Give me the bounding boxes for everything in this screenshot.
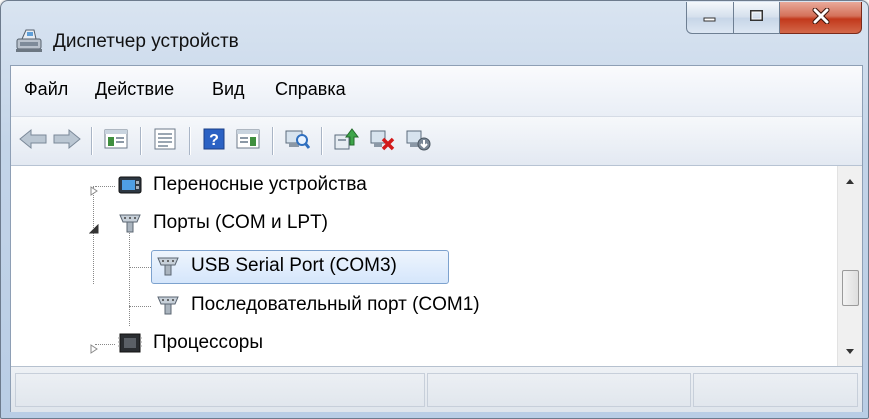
- show-hide-console-tree-icon: [104, 128, 128, 154]
- menu-action[interactable]: Действие: [95, 79, 174, 100]
- status-pane: [427, 373, 691, 407]
- processor-icon: [117, 332, 143, 354]
- maximize-icon: [749, 8, 765, 27]
- tree-node-processors[interactable]: Процессоры: [11, 326, 821, 362]
- svg-text:?: ?: [209, 132, 219, 149]
- toolbar-separator: [321, 127, 322, 155]
- tree-node-portable-devices[interactable]: Переносные устройства: [11, 168, 821, 204]
- port-icon: [117, 212, 143, 234]
- device-tree: Переносные устройства Порты (COM и LPT) …: [11, 166, 862, 366]
- forward-arrow-icon: [52, 128, 82, 154]
- tree-node-serial-port[interactable]: Последовательный порт (COM1): [11, 288, 821, 324]
- caption-buttons: [686, 2, 862, 40]
- help-button[interactable]: ?: [198, 125, 230, 157]
- scroll-thumb[interactable]: [842, 270, 859, 306]
- scan-hardware-icon: [284, 127, 311, 155]
- minimize-icon: [702, 8, 718, 27]
- tree-node-ports[interactable]: Порты (COM и LPT): [11, 206, 821, 242]
- port-icon: [155, 255, 181, 277]
- toolbar-separator: [189, 127, 190, 155]
- expand-arrow-icon[interactable]: [89, 181, 99, 196]
- status-pane: [15, 373, 425, 407]
- tree-node-label: Порты (COM и LPT): [153, 212, 329, 233]
- toolbar: ?: [11, 117, 862, 166]
- help-icon: ?: [202, 127, 226, 155]
- update-driver-icon: [333, 127, 359, 155]
- action-pane-icon: [236, 128, 260, 154]
- tree-node-label: Переносные устройства: [153, 174, 367, 195]
- title-bar[interactable]: Диспетчер устройств: [1, 1, 868, 59]
- maximize-button[interactable]: [734, 2, 780, 34]
- properties-icon: [153, 128, 177, 154]
- device-manager-icon: [14, 27, 44, 53]
- show-hide-console-tree-button[interactable]: [100, 125, 132, 157]
- uninstall-device-icon: [369, 127, 395, 155]
- update-driver-button[interactable]: [330, 125, 362, 157]
- status-pane: [693, 373, 858, 407]
- tree-node-label: Процессоры: [153, 332, 264, 353]
- back-arrow-icon: [18, 128, 48, 154]
- scroll-up-button[interactable]: [838, 170, 862, 192]
- toolbar-separator: [140, 127, 141, 155]
- scroll-down-button[interactable]: [838, 340, 862, 362]
- tree-node-label: Последовательный порт (COM1): [191, 294, 480, 315]
- tree-node-label: USB Serial Port (COM3): [191, 255, 397, 276]
- client-area: Файл Действие Вид Справка ? Переносные у…: [10, 65, 863, 412]
- uninstall-device-button[interactable]: [366, 125, 398, 157]
- toolbar-separator: [272, 127, 273, 155]
- status-bar: [11, 366, 862, 412]
- menu-view[interactable]: Вид: [212, 79, 245, 100]
- action-pane-button[interactable]: [232, 125, 264, 157]
- minimize-button[interactable]: [686, 2, 734, 34]
- scan-hardware-button[interactable]: [281, 125, 313, 157]
- tree-node-usb-serial-port[interactable]: USB Serial Port (COM3): [11, 249, 821, 285]
- device-manager-window: Диспетчер устройств Файл Действие Вид Сп…: [0, 0, 869, 419]
- menu-file[interactable]: Файл: [24, 79, 68, 100]
- window-title: Диспетчер устройств: [53, 31, 239, 52]
- properties-button[interactable]: [149, 125, 181, 157]
- menu-bar: Файл Действие Вид Справка: [11, 66, 862, 117]
- menu-help[interactable]: Справка: [275, 79, 346, 100]
- close-button[interactable]: [780, 2, 862, 34]
- port-icon: [155, 294, 181, 316]
- close-icon: [812, 7, 830, 28]
- expand-arrow-icon[interactable]: [89, 339, 99, 354]
- collapse-arrow-icon[interactable]: [88, 219, 99, 234]
- vertical-scrollbar[interactable]: [837, 166, 862, 366]
- back-button[interactable]: [17, 125, 49, 157]
- disable-device-icon: [405, 127, 431, 155]
- toolbar-separator: [91, 127, 92, 155]
- disable-device-button[interactable]: [402, 125, 434, 157]
- forward-button[interactable]: [51, 125, 83, 157]
- portable-device-icon: [117, 174, 143, 196]
